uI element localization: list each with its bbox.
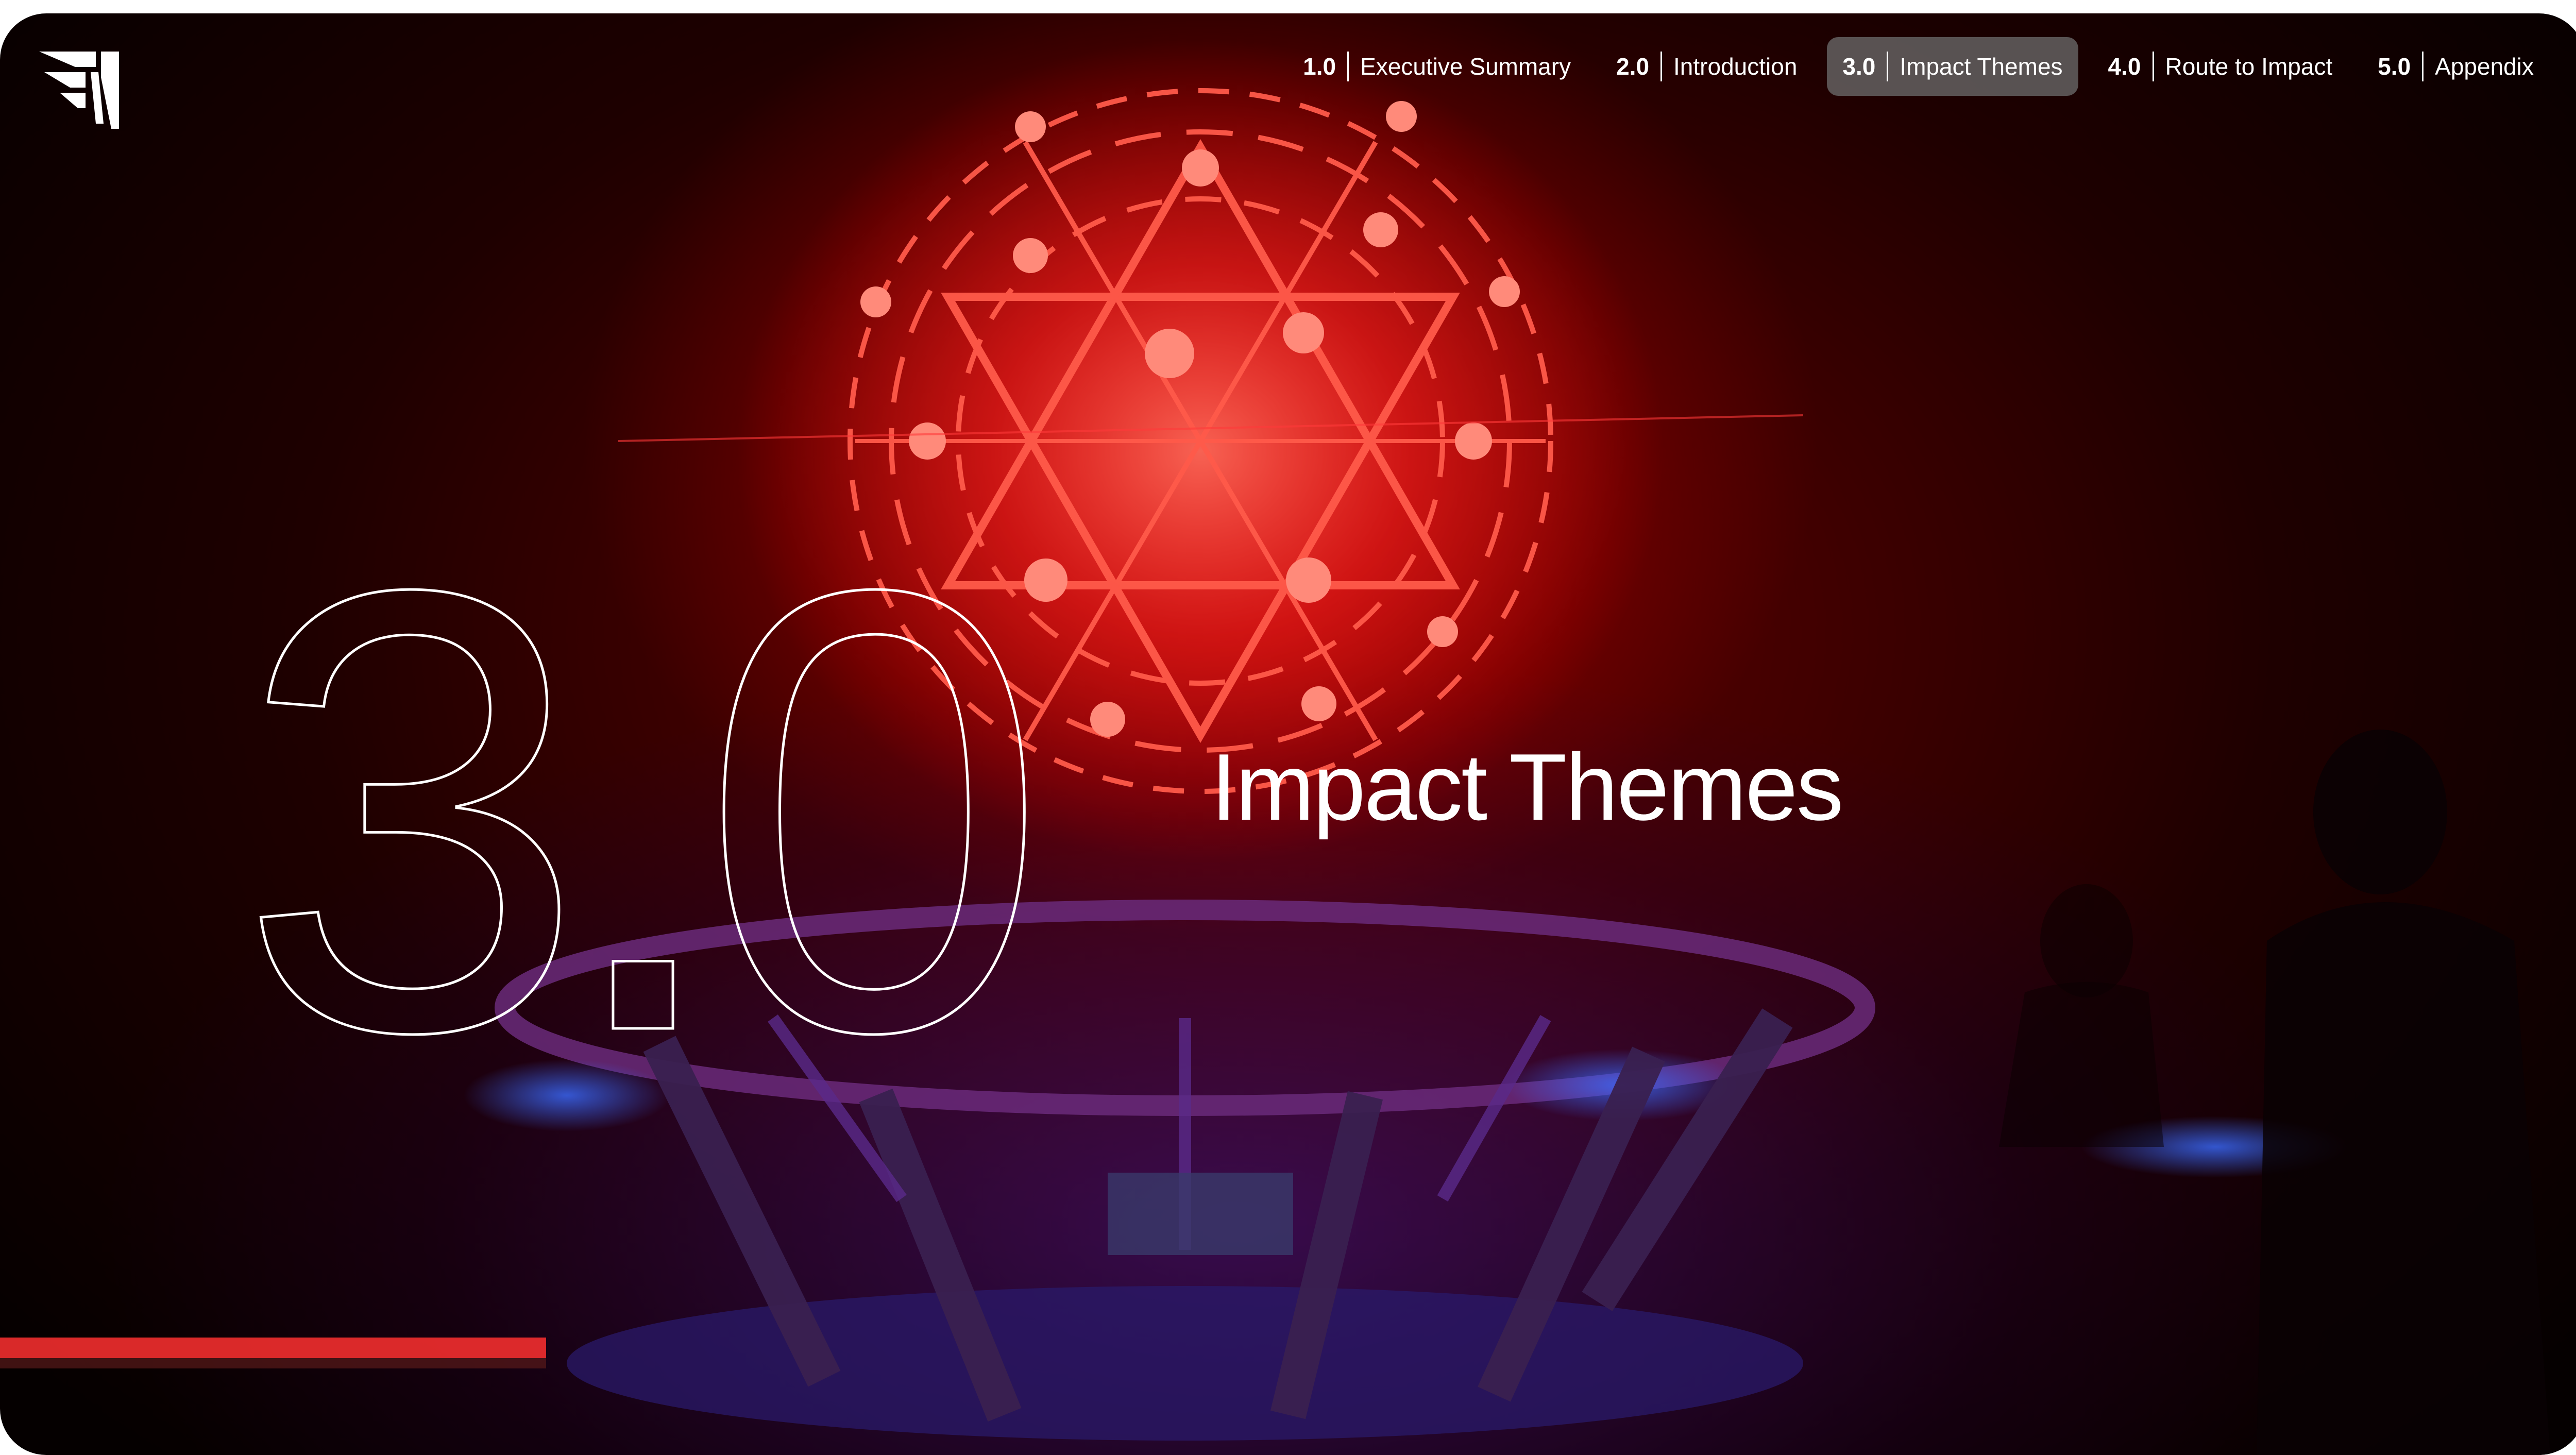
nav-item-impact-themes[interactable]: 3.0 Impact Themes (1827, 37, 2078, 96)
nav-item-executive-summary[interactable]: 1.0 Executive Summary (1287, 37, 1586, 96)
nav-item-label: Executive Summary (1360, 53, 1571, 80)
nav-item-label: Impact Themes (1900, 53, 2063, 80)
section-title: Impact Themes (1211, 734, 1844, 840)
nav-separator (1660, 52, 1663, 81)
nav-item-route-to-impact[interactable]: 4.0 Route to Impact (2093, 37, 2348, 96)
section-number-outline: 3.0 (237, 539, 1065, 1054)
nav-item-label: Appendix (2435, 53, 2534, 80)
nav-item-appendix[interactable]: 5.0 Appendix (2362, 37, 2549, 96)
brand-logo-icon[interactable] (39, 46, 127, 134)
top-navigation: 1.0 Executive Summary 2.0 Introduction 3… (1287, 37, 2549, 96)
nav-item-number: 4.0 (2108, 53, 2141, 80)
nav-separator (2422, 52, 2424, 81)
nav-separator (1887, 52, 1889, 81)
hero-card: 1.0 Executive Summary 2.0 Introduction 3… (0, 13, 2576, 1455)
nav-item-introduction[interactable]: 2.0 Introduction (1601, 37, 1812, 96)
nav-item-number: 3.0 (1842, 53, 1876, 80)
section-number-text: 3.0 (237, 539, 1033, 1054)
nav-item-label: Route to Impact (2165, 53, 2333, 80)
nav-item-label: Introduction (1673, 53, 1798, 80)
nav-separator (1347, 52, 1349, 81)
audience-silhouettes (1999, 730, 2550, 1455)
nav-item-number: 5.0 (2378, 53, 2411, 80)
nav-item-number: 1.0 (1303, 53, 1336, 80)
nav-item-number: 2.0 (1616, 53, 1650, 80)
nav-separator (2152, 52, 2154, 81)
